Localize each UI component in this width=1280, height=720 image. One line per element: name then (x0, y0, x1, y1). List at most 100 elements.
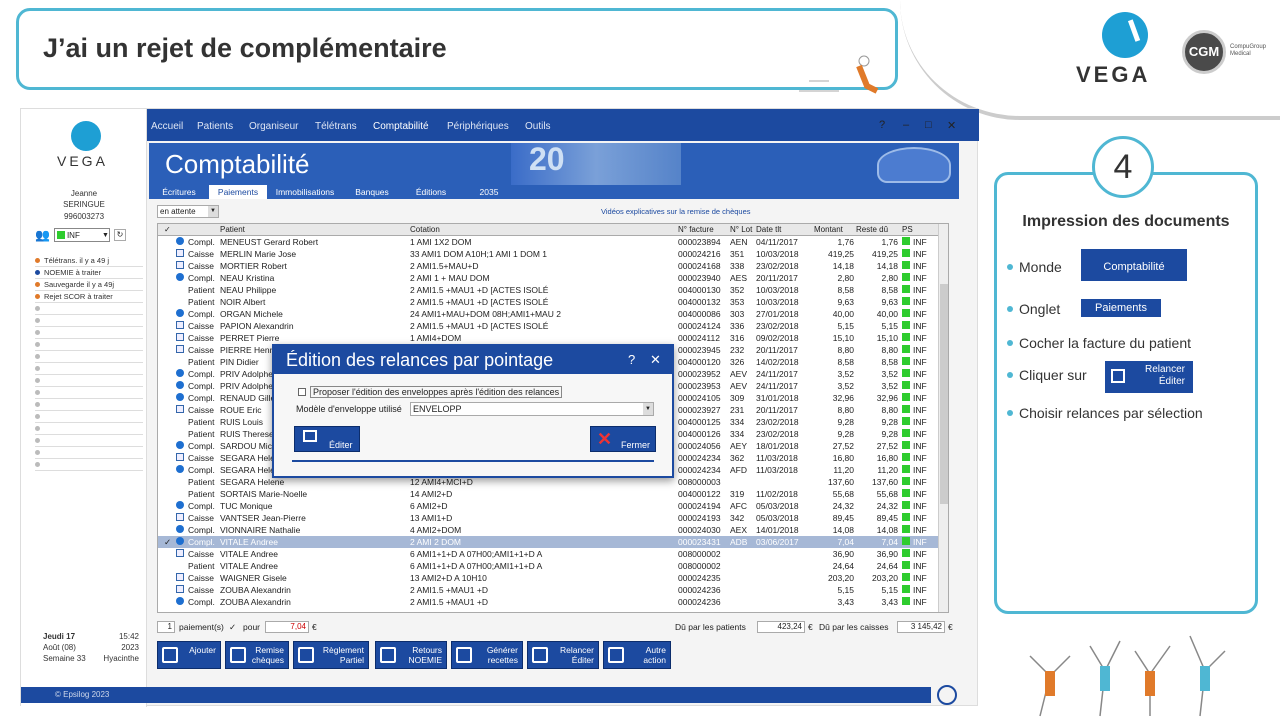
row-check-icon[interactable]: ✓ (164, 537, 171, 548)
sidebar-notification[interactable]: Sauvegarde il y a 49j (35, 279, 143, 291)
help-icon[interactable]: ? (879, 119, 885, 131)
cell-f: 000023431 (678, 537, 721, 547)
scrollbar-thumb[interactable] (940, 284, 948, 504)
cell-d: 10/03/2018 (756, 297, 799, 307)
action-button[interactable]: Règlement Partiel (293, 641, 369, 669)
table-row[interactable]: Compl. MENEUST Gerard Robert 1 AMI 1X2 DOM… (158, 236, 948, 248)
col-remaining[interactable]: Reste dû (856, 225, 888, 234)
table-row[interactable]: ✓ Compl. VITALE Andree 2 AMI 2 DOM 000023431… (158, 536, 948, 548)
sidebar-notification[interactable]: Télétrans. il y a 49 j (35, 255, 143, 267)
action-button[interactable]: Ajouter (157, 641, 221, 669)
cell-ps: INF (913, 381, 927, 391)
table-row[interactable]: Patient NEAU Philippe 2 AMI1.5 +MAU1 +D [A… (158, 284, 948, 296)
col-ps[interactable]: PS (902, 225, 913, 234)
tab[interactable]: Banques (343, 185, 401, 199)
action-button[interactable]: Générer recettes (451, 641, 523, 669)
table-row[interactable]: Caisse PERRET Pierre 1 AMI4+DOM 000024112 31… (158, 332, 948, 344)
col-lot[interactable]: N° Lot (730, 225, 752, 234)
table-row[interactable]: Compl. ZOUBA Alexandrin 2 AMI1.5 +MAU1 +D 0… (158, 596, 948, 608)
cell-r: 11,20 (877, 465, 898, 475)
caisse-icon (176, 549, 184, 557)
table-row[interactable]: Compl. VIONNAIRE Nathalie 4 AMI2+DOM 000024… (158, 524, 948, 536)
table-row[interactable]: Patient VITALE Andree 6 AMI1+1+D A 07H00;A… (158, 560, 948, 572)
tab[interactable]: Paiements (209, 185, 267, 199)
col-patient[interactable]: Patient (220, 225, 245, 234)
tab[interactable]: 2035 (461, 185, 517, 199)
cell-l: AFD (730, 465, 747, 475)
close-button[interactable]: ✕ Fermer (590, 426, 656, 452)
table-scrollbar[interactable] (938, 224, 948, 612)
edit-button[interactable]: Éditer (294, 426, 360, 452)
col-date[interactable]: Date tlt (756, 225, 781, 234)
cell-d: 23/02/2018 (756, 417, 799, 427)
status-select[interactable]: INF ▼ (53, 228, 110, 242)
envelope-checkbox-row[interactable]: Proposer l'édition des enveloppes après … (298, 386, 563, 398)
close-x-icon: ✕ (597, 429, 613, 449)
table-row[interactable]: Patient NOIR Albert 2 AMI1.5 +MAU1 +D [ACT… (158, 296, 948, 308)
cell-ps: INF (913, 393, 927, 403)
help-icon[interactable]: ? (628, 346, 635, 374)
action-button[interactable]: Relancer Éditer (527, 641, 599, 669)
cell-ps: INF (913, 513, 927, 523)
table-row[interactable]: Compl. ORGAN Michele 24 AMI1+MAU+DOM 08H;A… (158, 308, 948, 320)
table-row[interactable]: Caisse ZOUBA Alexandrin 2 AMI1.5 +MAU1 +D 0… (158, 584, 948, 596)
users-icon[interactable]: 👥 (35, 228, 50, 242)
close-icon[interactable]: ✕ (650, 346, 661, 374)
tab[interactable]: Éditions (403, 185, 459, 199)
maximize-icon[interactable]: □ (925, 119, 932, 131)
table-row[interactable]: Caisse MORTIER Robert 2 AMI1.5+MAU+D 000024… (158, 260, 948, 272)
sidebar-notification[interactable]: Rejet SCOR à traiter (35, 291, 143, 303)
table-row[interactable]: Caisse PAPION Alexandrin 2 AMI1.5 +MAU1 +D… (158, 320, 948, 332)
table-header: ✓ Patient Cotation N° facture N° Lot Dat… (158, 224, 948, 236)
cell-p: SEGARA Helene (220, 477, 285, 487)
ps-status-icon (902, 273, 910, 281)
table-row[interactable]: Caisse VANTSER Jean-Pierre 13 AMI1+D 000024… (158, 512, 948, 524)
complementary-icon (176, 525, 184, 533)
minimize-icon[interactable]: – (903, 119, 909, 131)
menu-item[interactable]: Patients (197, 121, 233, 132)
count-label: paiement(s) (179, 622, 224, 632)
action-button[interactable]: Remise chèques (225, 641, 289, 669)
table-row[interactable]: Caisse WAIGNER Gisele 13 AMI2+D A 10H10 000… (158, 572, 948, 584)
col-cotation[interactable]: Cotation (410, 225, 440, 234)
envelope-checkbox[interactable] (298, 388, 306, 396)
menu-item[interactable]: Télétrans (315, 121, 357, 132)
menu-item[interactable]: Accueil (151, 121, 183, 132)
cell-c: 2 AMI1.5 +MAU1 +D [ACTES ISOLÉ (410, 321, 549, 331)
cell-c: 2 AMI 2 DOM (410, 537, 462, 547)
cell-ps: INF (913, 273, 927, 283)
close-icon[interactable]: ✕ (947, 119, 956, 132)
status-filter-select[interactable]: en attente ▼ (157, 205, 219, 218)
cell-ps: INF (913, 585, 927, 595)
refresh-icon[interactable]: ↻ (113, 229, 126, 241)
table-row[interactable]: Patient SORTAIS Marie-Noelle 14 AMI2+D 0040… (158, 488, 948, 500)
cell-r: 2,80 (881, 273, 898, 283)
col-amount[interactable]: Montant (814, 225, 843, 234)
cell-p: WAIGNER Gisele (220, 573, 287, 583)
menu-item[interactable]: Organiseur (249, 121, 298, 132)
action-button[interactable]: Autre action (603, 641, 671, 669)
power-icon[interactable] (937, 685, 957, 705)
status-indicator-icon (56, 231, 65, 239)
envelope-model-select[interactable]: ENVELOPP ▼ (410, 402, 654, 416)
cell-p: PRIV Adolphe (220, 381, 273, 391)
table-row[interactable]: Caisse MERLIN Marie Jose 33 AMI1 DOM A10H;… (158, 248, 948, 260)
table-row[interactable]: Compl. NEAU Kristina 2 AMI 1 + MAU DOM 0000… (158, 272, 948, 284)
table-row[interactable]: Caisse VITALE Andree 6 AMI1+1+D A 07H00;AM… (158, 548, 948, 560)
dot-icon (35, 330, 40, 335)
select-all-checkbox[interactable]: ✓ (164, 225, 171, 234)
video-help-link[interactable]: Vidéos explicatives sur la remise de chè… (601, 207, 751, 216)
tab[interactable]: Immobilisations (269, 185, 341, 199)
chip-paiements: Paiements (1081, 299, 1161, 317)
sidebar-notification[interactable]: NOEMIE à traiter (35, 267, 143, 279)
table-row[interactable]: Compl. TUC Monique 6 AMI2+D 000024194 AFC 05/… (158, 500, 948, 512)
cell-t: Compl. (188, 237, 215, 247)
menu-item[interactable]: Périphériques (447, 121, 509, 132)
menu-item[interactable]: Comptabilité (373, 121, 429, 132)
col-invoice[interactable]: N° facture (678, 225, 714, 234)
menu-item[interactable]: Outils (525, 121, 551, 132)
ps-status-icon (902, 417, 910, 425)
tab[interactable]: Écritures (153, 185, 205, 199)
action-button[interactable]: Retours NOEMIE (375, 641, 447, 669)
cell-t: Compl. (188, 381, 215, 391)
